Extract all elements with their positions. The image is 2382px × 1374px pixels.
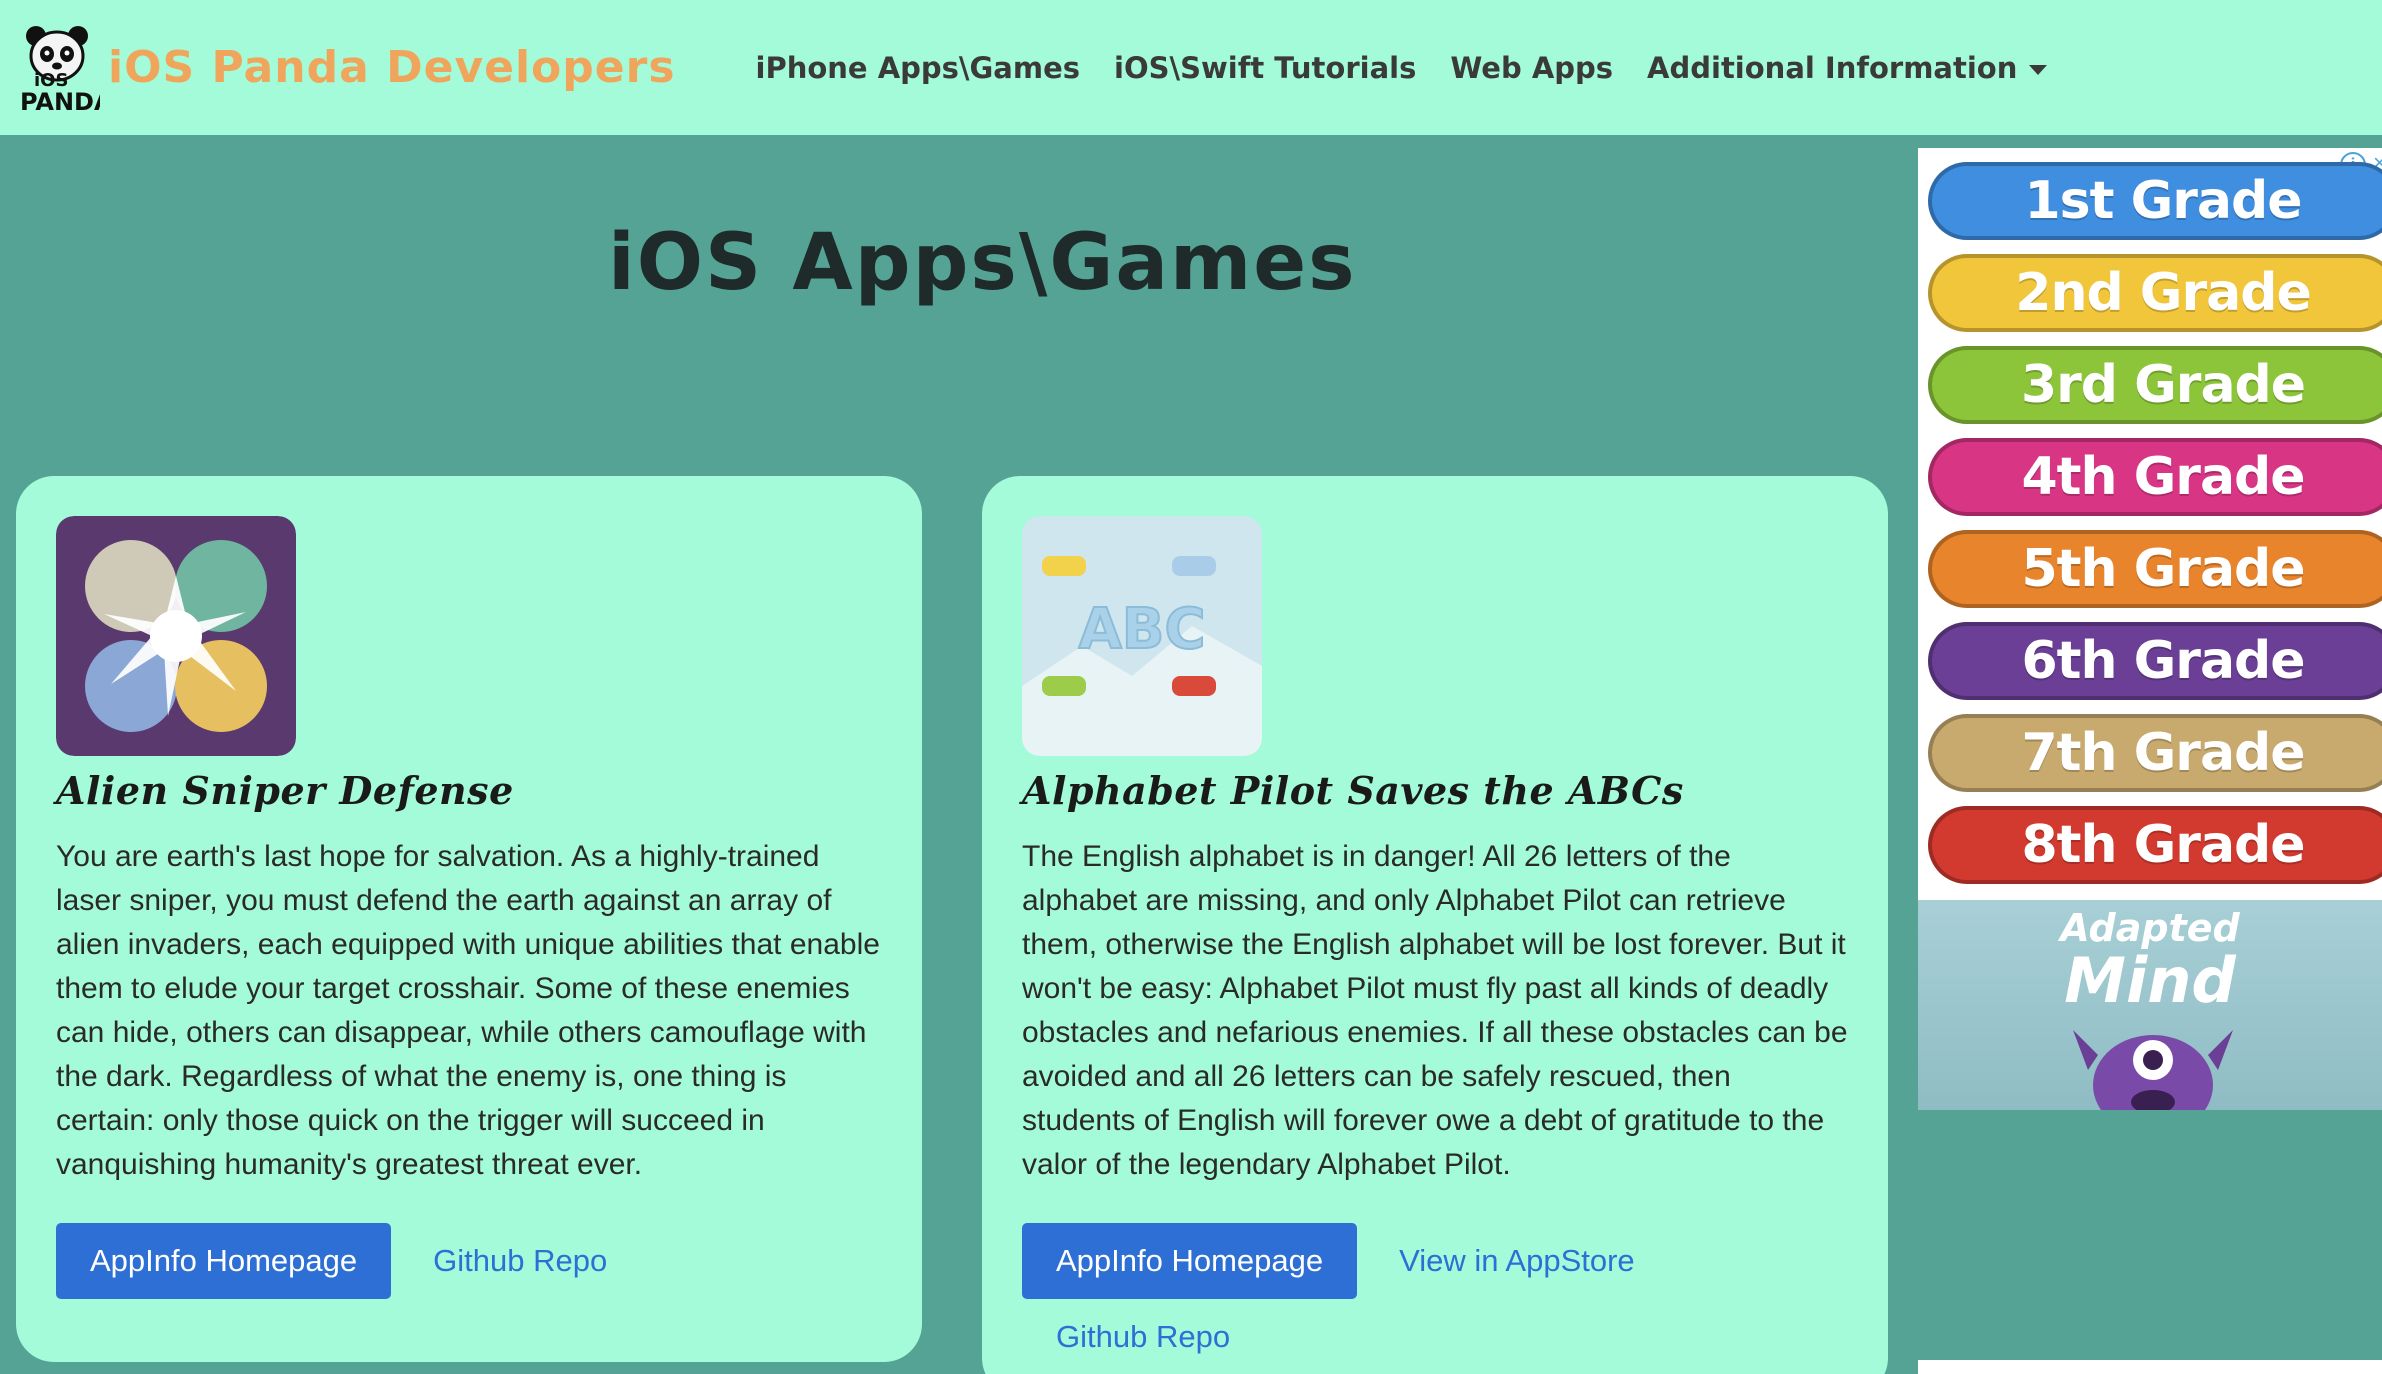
panda-logo-icon: iOS PANDA bbox=[20, 25, 100, 114]
navbar: iOS PANDA iOS Panda Developers iPhone Ap… bbox=[0, 0, 2382, 135]
app-title: Alphabet Pilot Saves the ABCs bbox=[1022, 768, 1684, 813]
logo-text-panda: PANDA bbox=[20, 88, 100, 114]
alien-sniper-app-icon bbox=[56, 516, 296, 756]
nav-additional-information-dropdown[interactable]: Additional Information bbox=[1647, 50, 2048, 85]
ad-grade-2[interactable]: 2nd Grade bbox=[1928, 254, 2382, 332]
chevron-down-icon bbox=[2029, 64, 2048, 75]
app-title: Alien Sniper Defense bbox=[56, 768, 514, 813]
ad-grade-8[interactable]: 8th Grade bbox=[1928, 806, 2382, 884]
ad-grade-3[interactable]: 3rd Grade bbox=[1928, 346, 2382, 424]
advertisement-secondary[interactable] bbox=[1918, 1360, 2382, 1374]
monster-mascot-icon bbox=[2073, 1030, 2233, 1110]
page-title: iOS Apps\Games bbox=[608, 218, 1357, 308]
appinfo-homepage-button[interactable]: AppInfo Homepage bbox=[56, 1223, 392, 1299]
ad-brand-line2: Mind bbox=[2064, 944, 2236, 1017]
ad-grade-7[interactable]: 7th Grade bbox=[1928, 714, 2382, 792]
view-in-appstore-link[interactable]: View in AppStore bbox=[1399, 1223, 1635, 1299]
ad-grade-5[interactable]: 5th Grade bbox=[1928, 530, 2382, 608]
nav-ios-swift-tutorials[interactable]: iOS\Swift Tutorials bbox=[1114, 51, 1416, 85]
ad-brand-panel: Adapted Mind bbox=[1918, 900, 2382, 1110]
alphabet-pilot-app-icon: ABC bbox=[1022, 516, 1262, 756]
github-repo-link[interactable]: Github Repo bbox=[1056, 1299, 1848, 1374]
nav-additional-information-label: Additional Information bbox=[1647, 50, 2018, 85]
ad-grade-1[interactable]: 1st Grade bbox=[1928, 162, 2382, 240]
ad-grade-4[interactable]: 4th Grade bbox=[1928, 438, 2382, 516]
nav-menu: iPhone Apps\Games iOS\Swift Tutorials We… bbox=[756, 51, 2082, 85]
app-card-alphabet-pilot: ABC Alphabet Pilot Saves the ABCs The En… bbox=[982, 476, 1888, 1374]
advertisement[interactable]: i × 1st Grade 2nd Grade 3rd Grade 4th Gr… bbox=[1918, 148, 2382, 1110]
app-actions: AppInfo Homepage Github Repo bbox=[56, 1223, 882, 1299]
app-description: The English alphabet is in danger! All 2… bbox=[1022, 840, 1848, 1181]
app-actions: AppInfo Homepage View in AppStore Github… bbox=[1022, 1223, 1848, 1374]
github-repo-link[interactable]: Github Repo bbox=[433, 1223, 607, 1299]
nav-iphone-apps-games[interactable]: iPhone Apps\Games bbox=[756, 51, 1081, 85]
brand-link[interactable]: iOS PANDA iOS Panda Developers bbox=[16, 22, 676, 114]
ad-grade-6[interactable]: 6th Grade bbox=[1928, 622, 2382, 700]
app-description: You are earth's last hope for salvation.… bbox=[56, 840, 880, 1181]
abc-icon-text: ABC bbox=[1078, 597, 1205, 662]
nav-web-apps[interactable]: Web Apps bbox=[1450, 51, 1613, 85]
brand-name: iOS Panda Developers bbox=[108, 42, 676, 93]
app-card-alien-sniper: Alien Sniper Defense You are earth's las… bbox=[16, 476, 922, 1362]
appinfo-homepage-button[interactable]: AppInfo Homepage bbox=[1022, 1223, 1358, 1299]
